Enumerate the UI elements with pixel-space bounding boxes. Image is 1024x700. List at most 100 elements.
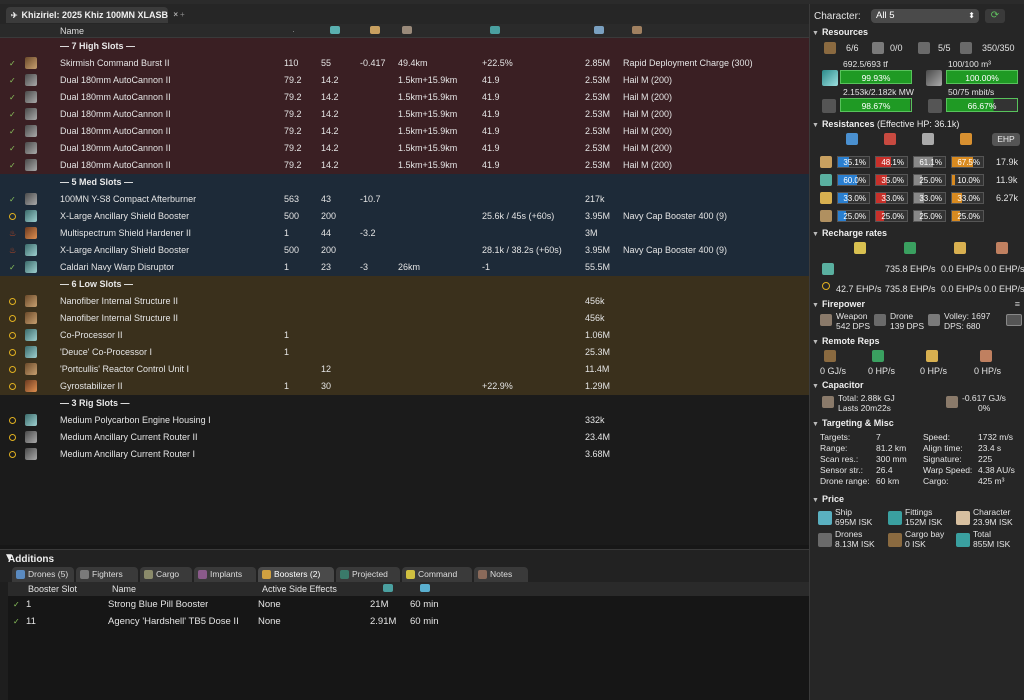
module-row[interactable]: ✓ 100MN Y-S8 Compact Afterburner 563 43 -10.… [0, 191, 809, 208]
col-booster-duration-icon[interactable] [420, 582, 430, 596]
booster-row[interactable]: ✓ 1 Strong Blue Pill Booster None 21M 60 min [8, 596, 809, 613]
additions-tab[interactable]: Cargo [140, 567, 192, 582]
active-state-icon[interactable]: ✓ [9, 196, 16, 204]
stat-label: Speed: [923, 432, 950, 442]
active-state-icon[interactable]: ✓ [9, 162, 16, 170]
module-row[interactable]: ✓ Dual 180mm AutoCannon II 79.2 14.2 1.5km+1… [0, 123, 809, 140]
booster-active-icon[interactable]: ✓ [13, 601, 20, 609]
online-state-icon[interactable] [9, 298, 16, 305]
module-row[interactable]: Gyrostabilizer II 1 30 +22.9% 1.29M [0, 378, 809, 395]
col-cpu-icon[interactable]: · [292, 24, 295, 38]
online-state-icon[interactable] [9, 332, 16, 339]
additions-tab[interactable]: Notes [474, 567, 528, 582]
module-row[interactable]: Medium Ancillary Current Router II 23.4M [0, 429, 809, 446]
active-state-icon[interactable]: ✓ [9, 145, 16, 153]
additions-tab-bar: Drones (5) Fighters Cargo Implants Boosters … [0, 565, 809, 582]
module-row[interactable]: X-Large Ancillary Shield Booster 500 200 25… [0, 208, 809, 225]
volley-icon [928, 314, 940, 326]
close-tab-icon[interactable]: × [173, 10, 178, 19]
tab-label: Projected [352, 569, 388, 579]
col-side-effects[interactable]: Active Side Effects [262, 582, 337, 596]
fit-tab[interactable]: ✈ Khiziriel: 2025 Khiz 100MN XLASB × [6, 7, 178, 23]
module-row[interactable]: ✓ Dual 180mm AutoCannon II 79.2 14.2 1.5km+1… [0, 157, 809, 174]
additions-tab[interactable]: Fighters [76, 567, 138, 582]
module-row[interactable]: Co-Processor II 1 1.06M [0, 327, 809, 344]
module-row[interactable]: ♨ Multispectrum Shield Hardener II 1 44 -3.2… [0, 225, 809, 242]
online-state-icon[interactable] [9, 213, 16, 220]
col-pg-icon[interactable] [330, 24, 340, 38]
col-booster-price-icon[interactable] [383, 582, 393, 596]
module-row[interactable]: Nanofiber Internal Structure II 456k [0, 310, 809, 327]
active-state-icon[interactable]: ✓ [9, 264, 16, 272]
module-row[interactable]: ✓ Skirmish Command Burst II 110 55 -0.417 49.… [0, 55, 809, 72]
refresh-icon[interactable]: ⟳ [985, 9, 1005, 23]
character-select[interactable]: All 5 ⬍ [871, 9, 979, 23]
module-row[interactable]: Nanofiber Internal Structure II 456k [0, 293, 809, 310]
module-row[interactable]: ✓ Caldari Navy Warp Disruptor 1 23 -3 26km -1 5… [0, 259, 809, 276]
module-row[interactable]: ✓ Dual 180mm AutoCannon II 79.2 14.2 1.5km+1… [0, 89, 809, 106]
module-c6: 332k [585, 415, 605, 425]
slot-section-header[interactable]: — 3 Rig Slots — [0, 395, 809, 412]
module-row[interactable]: Medium Polycarbon Engine Housing I 332k [0, 412, 809, 429]
overheat-state-icon[interactable]: ♨ [9, 230, 16, 238]
capacitor-header[interactable]: ▼ Capacitor [812, 380, 863, 390]
slot-section-header[interactable]: — 6 Low Slots — [0, 276, 809, 293]
active-state-icon[interactable]: ✓ [9, 128, 16, 136]
remote-reps-header[interactable]: ▼ Remote Reps [812, 336, 879, 346]
additions-tab[interactable]: Drones (5) [12, 567, 74, 582]
online-state-icon[interactable] [9, 451, 16, 458]
recharge-header[interactable]: ▼ Recharge rates [812, 228, 887, 238]
additions-header[interactable]: ▼ Additions [0, 549, 809, 565]
online-state-icon[interactable] [9, 349, 16, 356]
firepower-header[interactable]: ▼ Firepower [812, 299, 865, 309]
module-icon [25, 210, 37, 222]
online-state-icon[interactable] [9, 315, 16, 322]
capacitor-delta: -0.617 GJ/s [962, 393, 1006, 403]
slot-section-header[interactable]: — 5 Med Slots — [0, 174, 809, 191]
resistances-header[interactable]: ▼ Resistances (Effective HP: 36.1k) [812, 119, 959, 129]
online-state-icon[interactable] [9, 366, 16, 373]
online-state-icon[interactable] [9, 434, 16, 441]
active-state-icon[interactable]: ✓ [9, 77, 16, 85]
col-effect-icon[interactable] [490, 24, 500, 38]
col-price-icon[interactable] [594, 24, 604, 38]
launcher-hardpoints: 0/0 [890, 43, 903, 53]
module-c1: 79.2 [284, 126, 302, 136]
additions-tab[interactable]: Implants [194, 567, 256, 582]
dps-settings-icon[interactable] [1006, 314, 1022, 326]
additions-tab[interactable]: Projected [336, 567, 400, 582]
targeting-header[interactable]: ▼ Targeting & Misc [812, 418, 894, 428]
active-state-icon[interactable]: ✓ [9, 60, 16, 68]
online-state-icon[interactable] [9, 383, 16, 390]
col-cap-icon[interactable] [370, 24, 380, 38]
active-state-icon[interactable]: ✓ [9, 94, 16, 102]
col-name[interactable]: Name [60, 24, 84, 38]
module-row[interactable]: ✓ Dual 180mm AutoCannon II 79.2 14.2 1.5km+1… [0, 72, 809, 89]
overheat-state-icon[interactable]: ♨ [9, 247, 16, 255]
firepower-menu-icon[interactable]: ≡ [1015, 299, 1020, 309]
col-booster-slot[interactable]: Booster Slot [28, 582, 77, 596]
character-label: Character: [814, 11, 861, 22]
module-row[interactable]: 'Deuce' Co-Processor I 1 25.3M [0, 344, 809, 361]
ehp-toggle-button[interactable]: EHP [992, 133, 1020, 146]
resist-layer-icon [820, 174, 832, 186]
module-row[interactable]: ♨ X-Large Ancillary Shield Booster 500 200 2… [0, 242, 809, 259]
col-booster-name[interactable]: Name [112, 582, 136, 596]
resources-header[interactable]: ▼ Resources [812, 27, 868, 37]
new-tab-icon[interactable]: + [180, 10, 185, 19]
col-charge-icon[interactable] [632, 24, 642, 38]
booster-active-icon[interactable]: ✓ [13, 618, 20, 626]
online-state-icon[interactable] [9, 417, 16, 424]
active-state-icon[interactable]: ✓ [9, 111, 16, 119]
additions-tab[interactable]: Boosters (2) [258, 567, 334, 582]
price-header[interactable]: ▼ Price [812, 494, 844, 504]
module-icon [25, 380, 37, 392]
module-row[interactable]: 'Portcullis' Reactor Control Unit I 12 11.… [0, 361, 809, 378]
module-c7: Navy Cap Booster 400 (9) [623, 211, 728, 221]
module-row[interactable]: ✓ Dual 180mm AutoCannon II 79.2 14.2 1.5km+1… [0, 140, 809, 157]
booster-row[interactable]: ✓ 11 Agency 'Hardshell' TB5 Dose II None 2.9… [8, 613, 809, 630]
module-row[interactable]: ✓ Dual 180mm AutoCannon II 79.2 14.2 1.5km+1… [0, 106, 809, 123]
slot-section-header[interactable]: — 7 High Slots — [0, 38, 809, 55]
col-range-icon[interactable] [402, 24, 412, 38]
additions-tab[interactable]: Command [402, 567, 472, 582]
